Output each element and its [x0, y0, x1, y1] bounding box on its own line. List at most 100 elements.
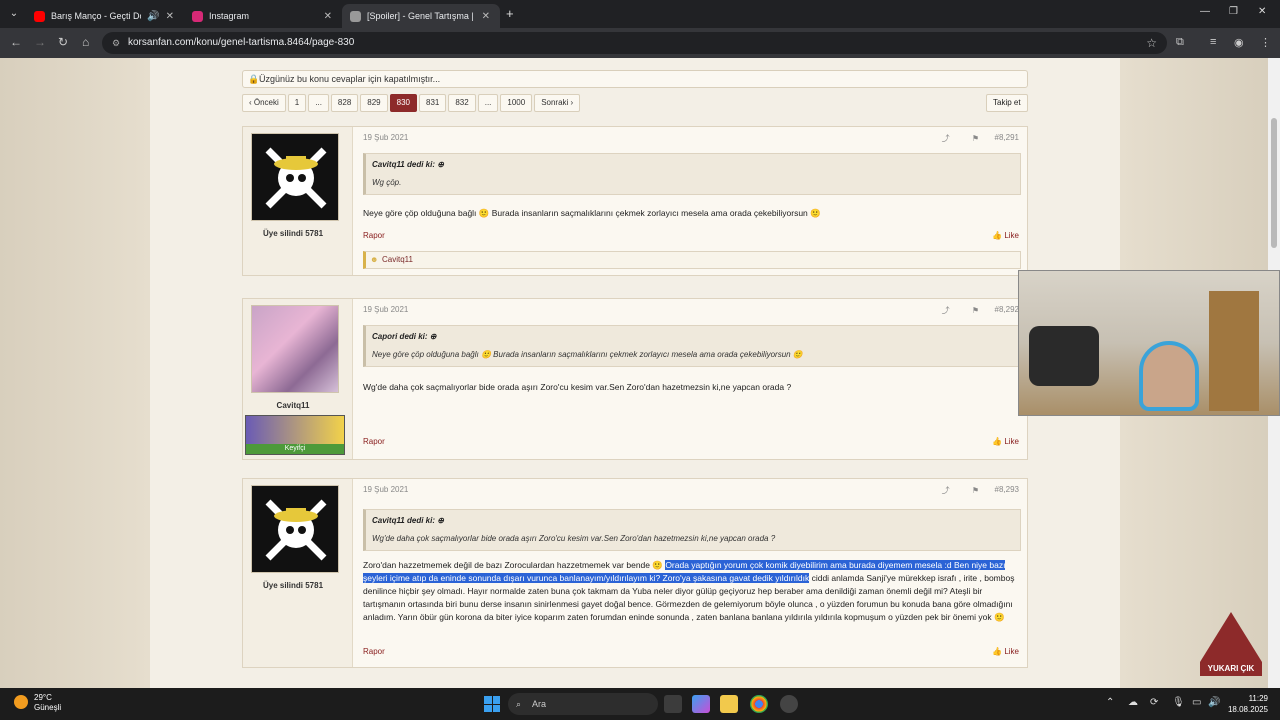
page-link[interactable]: 828 — [330, 94, 359, 112]
windows-logo-icon — [492, 704, 500, 712]
close-tab-icon[interactable]: ✕ — [324, 11, 332, 22]
post-number[interactable]: #8,293 — [995, 485, 1019, 494]
page-link[interactable]: 1000 — [500, 94, 533, 112]
scroll-thumb[interactable] — [1271, 118, 1277, 248]
menu-icon[interactable]: ⋮ — [1260, 36, 1271, 49]
tab-search-icon[interactable]: ⌄ — [6, 6, 22, 22]
extensions-icon[interactable]: ⧉ — [1176, 36, 1184, 49]
like-button[interactable]: 👍 Like — [992, 231, 1019, 240]
start-button[interactable] — [484, 696, 500, 712]
quote-author[interactable]: Cavitq11 dedi ki: ⊕ — [372, 516, 444, 525]
like-label: Like — [1004, 231, 1019, 240]
url-input[interactable]: ⚙ korsanfan.com/konu/genel-tartisma.8464… — [102, 32, 1167, 54]
site-info-icon[interactable]: ⚙ — [112, 32, 120, 54]
username[interactable]: Cavitq11 — [243, 401, 343, 410]
page-link[interactable]: 1 — [287, 94, 307, 112]
like-label: Like — [1004, 647, 1019, 656]
username[interactable]: Üye silindi 5781 — [243, 581, 343, 590]
like-button[interactable]: 👍 Like — [992, 437, 1019, 446]
tab-youtube[interactable]: Barış Manço - Geçti Dost Kervanı 🔊 ✕ — [26, 4, 184, 28]
page-link[interactable]: 829 — [360, 94, 388, 112]
webcam-shelf — [1209, 291, 1259, 411]
system-clock[interactable]: 11:29 18.08.2025 — [1222, 693, 1268, 715]
microphone-icon[interactable]: 🎙 — [1172, 697, 1185, 708]
new-tab-icon[interactable]: + — [506, 6, 514, 21]
page-link[interactable]: 832 — [448, 94, 476, 112]
quote-author[interactable]: Cavitq11 dedi ki: ⊕ — [372, 160, 444, 169]
next-page-button[interactable]: Sonraki › — [534, 94, 581, 112]
prev-page-button[interactable]: ‹ Önceki — [242, 94, 286, 112]
up-arrow-icon — [1200, 612, 1262, 662]
back-icon[interactable]: ← — [10, 35, 22, 49]
address-toolbar: ← → ↻ ⌂ ⚙ korsanfan.com/konu/genel-tarti… — [0, 28, 1280, 58]
notice-text: Üzgünüz bu konu cevaplar için kapatılmış… — [259, 74, 441, 84]
close-window-icon[interactable]: ✕ — [1258, 6, 1266, 17]
tab-instagram[interactable]: Instagram ✕ — [184, 4, 342, 28]
post-date[interactable]: 19 Şub 2021 — [363, 485, 408, 494]
like-label: Like — [1004, 437, 1019, 446]
network-icon[interactable]: ▭ — [1192, 697, 1201, 708]
post-number[interactable]: #8,292 — [995, 305, 1019, 314]
avatar[interactable] — [251, 305, 339, 393]
quote-text: Wg'de daha çok saçmalıyorlar bide orada … — [372, 534, 776, 543]
close-tab-icon[interactable]: ✕ — [166, 11, 174, 22]
user-banner: Keyifçi — [245, 415, 345, 455]
like-button[interactable]: 👍 Like — [992, 647, 1019, 656]
report-link[interactable]: Rapor — [363, 231, 385, 240]
body-text: Zoro'dan hazzetmemek değil de bazı Zoroc… — [363, 560, 666, 570]
media-icon[interactable]: ≡ — [1210, 36, 1216, 48]
search-icon: ⌕ — [516, 699, 522, 709]
post-date[interactable]: 19 Şub 2021 — [363, 305, 408, 314]
profile-avatar[interactable]: ◉ — [1234, 36, 1244, 49]
avatar[interactable] — [251, 485, 339, 573]
audio-icon[interactable]: 🔊 — [147, 11, 159, 22]
reactions-bar[interactable]: ☻ Cavitq11 — [363, 251, 1021, 269]
page-ellipsis[interactable]: ... — [477, 94, 499, 112]
copilot-icon[interactable] — [692, 695, 710, 713]
tray-app-icon[interactable]: ☁ — [1128, 697, 1138, 708]
quote-author[interactable]: Capori dedi ki: ⊕ — [372, 332, 437, 341]
current-page[interactable]: 830 — [389, 94, 417, 112]
share-icon[interactable]: ⤴ ⚑ — [942, 305, 989, 316]
follow-button[interactable]: Takip et — [986, 94, 1028, 112]
quote-text: Neye göre çöp olduğuna bağlı 🙂 Burada in… — [372, 350, 803, 359]
forward-icon[interactable]: → — [34, 35, 46, 49]
laugh-emoji-icon: ☻ — [370, 255, 379, 264]
taskbar-search[interactable]: ⌕ Ara — [508, 693, 658, 715]
avatar[interactable] — [251, 133, 339, 221]
korsanfan-icon — [350, 10, 361, 22]
scroll-top-button[interactable]: YUKARI ÇIK — [1200, 612, 1262, 676]
page-ellipsis[interactable]: ... — [308, 94, 329, 112]
close-tab-icon[interactable]: ✕ — [482, 11, 490, 22]
share-icon[interactable]: ⤴ ⚑ — [942, 133, 989, 144]
report-link[interactable]: Rapor — [363, 437, 385, 446]
chrome-icon[interactable] — [750, 695, 768, 713]
username[interactable]: Üye silindi 5781 — [243, 229, 343, 238]
share-icon[interactable]: ⤴ ⚑ — [942, 485, 989, 496]
post-author: Üye silindi 5781 — [243, 127, 353, 275]
task-view-icon[interactable] — [664, 695, 682, 713]
post-date[interactable]: 19 Şub 2021 — [363, 133, 408, 142]
reaction-user[interactable]: Cavitq11 — [382, 255, 413, 264]
tray-sync-icon[interactable]: ⟳ — [1150, 697, 1158, 708]
tray-chevron-icon[interactable]: ⌃ — [1106, 697, 1114, 708]
search-placeholder: Ara — [532, 699, 547, 709]
report-link[interactable]: Rapor — [363, 647, 385, 656]
post: Cavitq11 Keyifçi 19 Şub 2021 ⤴ ⚑ #8,292 … — [242, 298, 1028, 460]
volume-icon[interactable]: 🔊 — [1208, 697, 1220, 708]
page-link[interactable]: 831 — [419, 94, 447, 112]
tab-korsanfan[interactable]: [Spoiler] - Genel Tartışma | Sayfa 830 ✕ — [342, 4, 500, 28]
bookmark-star-icon[interactable]: ☆ — [1146, 32, 1157, 54]
weather-widget[interactable]: 29°C Güneşli — [14, 693, 61, 713]
recording-app-icon[interactable] — [780, 695, 798, 713]
youtube-icon — [34, 10, 45, 22]
maximize-icon[interactable]: ❐ — [1229, 6, 1238, 17]
home-icon[interactable]: ⌂ — [82, 35, 89, 49]
windows-logo-icon — [484, 704, 492, 712]
windows-logo-icon — [484, 696, 492, 704]
reload-icon[interactable]: ↻ — [58, 35, 68, 49]
webcam-person — [1139, 341, 1199, 411]
file-explorer-icon[interactable] — [720, 695, 738, 713]
post-number[interactable]: #8,291 — [995, 133, 1019, 142]
minimize-icon[interactable]: — — [1200, 6, 1210, 17]
